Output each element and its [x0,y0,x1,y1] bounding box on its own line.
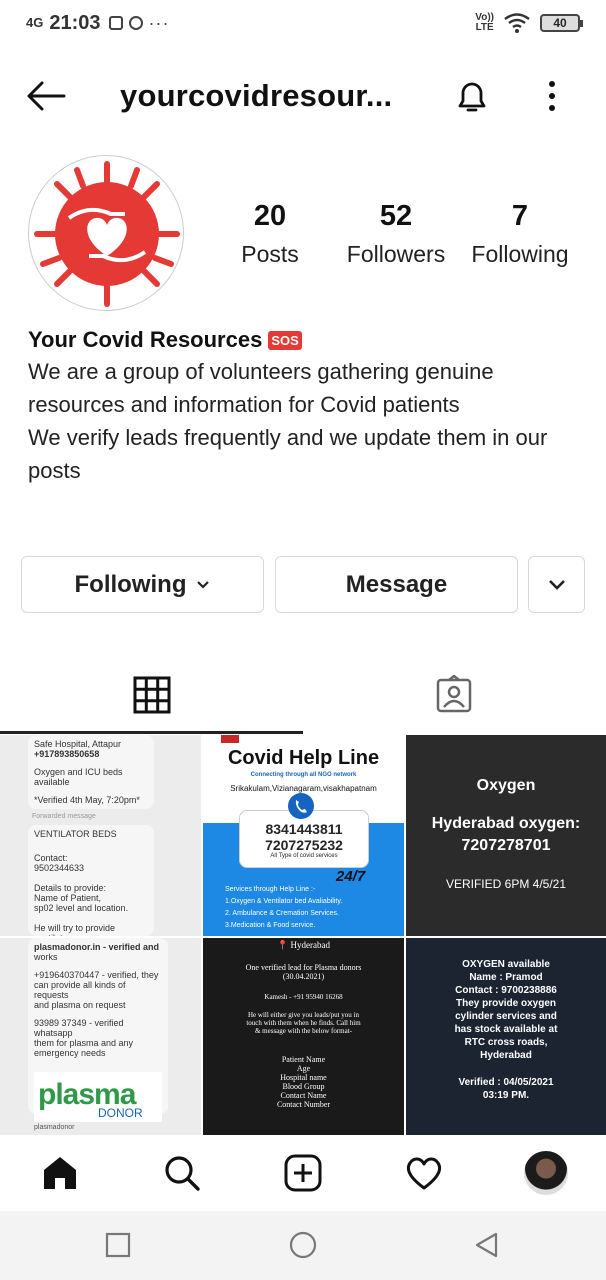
post-thumbnail[interactable]: OXYGEN available Name : Pramod Contact :… [406,938,606,1135]
search-icon[interactable] [162,1153,202,1193]
home-icon[interactable] [40,1153,80,1193]
flag-mark [221,735,239,743]
activity-heart-icon[interactable] [404,1153,444,1193]
post-thumbnail[interactable]: Oxygen Hyderabad oxygen: 7207278701 VERI… [406,735,606,936]
bio-line: We verify leads frequently and we update… [28,425,548,450]
chat-bubble: Safe Hospital, Attapur +917893850658 Oxy… [28,735,154,809]
covid-heart-logo-icon [34,161,180,307]
new-post-icon[interactable] [283,1153,323,1193]
back-arrow-icon[interactable] [26,80,66,112]
phone-icon [288,793,314,819]
tagged-tab-icon[interactable] [434,675,474,715]
following-button[interactable]: Following [21,556,264,613]
status-time: 21:03 [49,11,101,34]
profile-bio: Your Covid Resources SOS We are a group … [28,325,588,487]
bottom-navigation [0,1135,606,1211]
bio-line: posts [28,458,81,483]
suggested-accounts-button[interactable] [528,556,585,613]
chat-bubble: plasmadonor.in - verified and works +919… [28,938,168,1122]
wifi-icon [504,13,530,33]
post-thumbnail[interactable]: plasmadonor.in - verified and works +919… [0,938,201,1135]
volte-indicator: Vo)) LTE [475,12,494,33]
mic-notification-icon [128,16,143,30]
bio-line: We are a group of volunteers gathering g… [28,359,494,384]
chat-bubble: VENTILATOR BEDS Contact: 9502344633 Deta… [28,825,154,936]
followers-count[interactable]: 52 Followers [340,200,452,268]
notification-bell-icon[interactable] [452,76,492,116]
gallery-notification-icon [108,16,123,30]
bio-line: resources and information for Covid pati… [28,392,460,417]
chevron-down-icon [197,580,210,589]
badge-24-7: 24/7 [336,868,366,885]
profile-avatar[interactable] [28,155,184,311]
forwarded-label: Forwarded message [32,813,96,820]
grid-tab-icon[interactable] [132,675,172,715]
overflow-notification-icon: ··· [148,12,170,33]
more-options-icon[interactable] [534,78,570,114]
helpline-title: Covid Help Line [227,747,380,769]
network-indicator: 4G [26,15,44,30]
battery-indicator: 40 [540,14,583,32]
grid-tab-indicator [0,731,303,734]
recent-apps-icon[interactable] [104,1231,132,1259]
posts-count[interactable]: 20 Posts [236,200,304,268]
profile-display-name: Your Covid Resources SOS [28,325,588,355]
system-navigation-bar [0,1211,606,1280]
post-thumbnail[interactable]: Safe Hospital, Attapur +917893850658 Oxy… [0,735,201,936]
following-count[interactable]: 7 Following [466,200,574,268]
message-button[interactable]: Message [275,556,518,613]
profile-username: yourcovidresour... [120,78,393,113]
chevron-down-icon [548,579,565,590]
profile-avatar-tab[interactable] [524,1151,568,1195]
back-button-icon[interactable] [472,1231,500,1259]
status-bar: 4G 21:03 ··· Vo)) LTE 40 [0,0,606,46]
post-thumbnail[interactable]: 📍 Hyderabad One verified lead for Plasma… [203,938,404,1135]
plasma-donor-logo: plasma DONOR [34,1072,162,1122]
profile-header: yourcovidresour... [0,60,606,132]
home-button-icon[interactable] [289,1231,317,1259]
posts-grid: Safe Hospital, Attapur +917893850658 Oxy… [0,735,606,1135]
sos-badge: SOS [268,330,302,350]
post-thumbnail[interactable]: Covid Help Line Connecting through all N… [203,735,404,936]
